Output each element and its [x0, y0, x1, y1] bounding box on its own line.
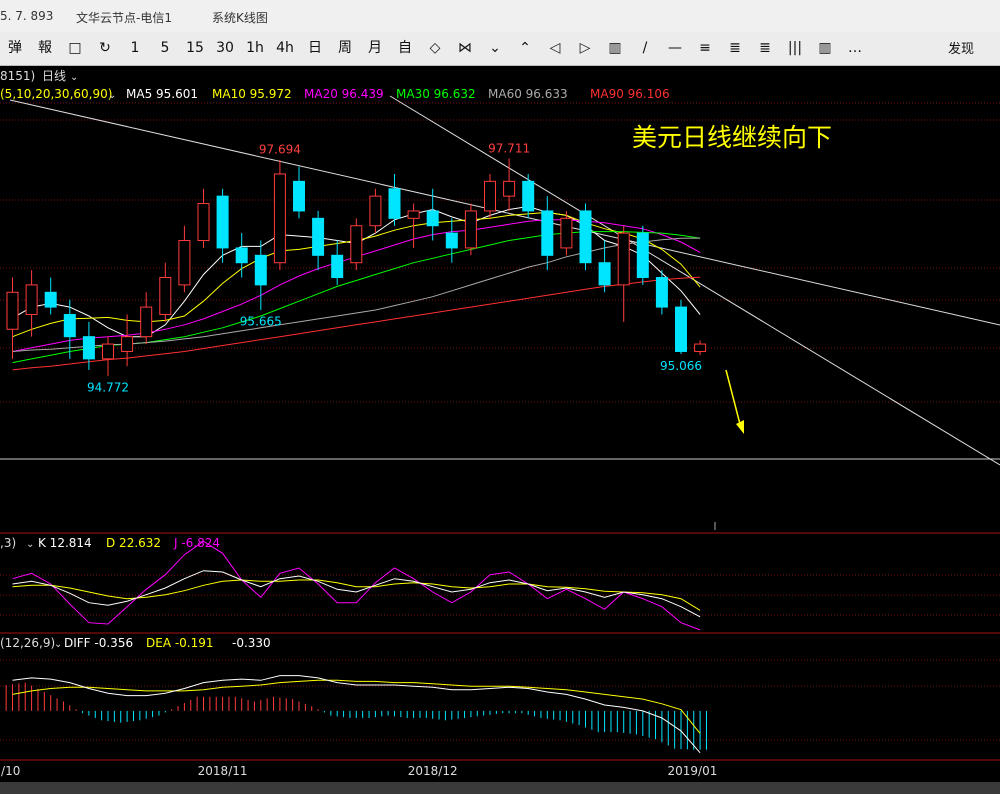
- toolbar-button-10[interactable]: 日: [302, 38, 328, 58]
- title-tab-server[interactable]: 文华云节点-电信1: [76, 9, 172, 26]
- chart-toolbar: 弹報 □ ↻ 1 5 15 30 1h 4h 日周月自 ◇ ⋈ ⌄ ⌃ ◁ ▷ ▥ / — ≡ ≣ ≣ ||| ▥… 发现: [0, 32, 1000, 66]
- macd-dropdown-icon[interactable]: ⌄: [54, 639, 62, 650]
- symbol-code: 8151): [0, 69, 35, 83]
- ma-params-dropdown-icon[interactable]: ⌄: [108, 90, 116, 101]
- toolbar-button-19[interactable]: ▷: [572, 38, 598, 58]
- kdj-params[interactable]: ,3): [0, 536, 16, 550]
- ma-legend-ma30: MA30 96.632: [396, 87, 476, 101]
- macd-legend-macd: -0.330: [232, 636, 271, 650]
- toolbar-button-21[interactable]: /: [632, 38, 658, 58]
- x-label-1: 2018/11: [198, 764, 248, 778]
- kdj-legend-j: J -6.824: [173, 536, 220, 550]
- toolbar-button-26[interactable]: |||: [782, 38, 808, 58]
- kdj-dropdown-icon[interactable]: ⌄: [26, 539, 34, 550]
- x-label-0: /10: [1, 764, 20, 778]
- toolbar-button-8[interactable]: 1h: [242, 38, 268, 58]
- period-selector[interactable]: 日线: [42, 69, 66, 83]
- title-tab-version[interactable]: 5. 7. 893: [0, 9, 53, 23]
- discover-button[interactable]: 发现: [948, 38, 974, 57]
- kdj-legend-k: K 12.814: [38, 536, 92, 550]
- candle-33: [636, 225, 649, 285]
- candle-14: [273, 159, 286, 271]
- toolbar-button-16[interactable]: ⌄: [482, 38, 508, 58]
- toolbar-button-27[interactable]: ▥: [812, 38, 838, 58]
- toolbar-button-0[interactable]: 弹: [2, 38, 28, 58]
- toolbar-button-22[interactable]: —: [662, 38, 688, 58]
- period-dropdown-icon[interactable]: ⌄: [70, 72, 78, 83]
- toolbar-button-11[interactable]: 周: [332, 38, 358, 58]
- toolbar-button-17[interactable]: ⌃: [512, 38, 538, 58]
- macd-params[interactable]: (12,26,9): [0, 636, 55, 650]
- kline-chart[interactable]: 97.694 97.711 95.665 94.772 95.066 ,3) ⌄ K 12.…: [0, 66, 1000, 782]
- price-label-0: 97.694: [259, 143, 301, 157]
- ma-legend-ma90: MA90 96.106: [590, 87, 670, 101]
- ma-legend-ma20: MA20 96.439: [304, 87, 384, 101]
- toolbar-button-23[interactable]: ≡: [692, 38, 718, 58]
- price-label-1: 97.711: [488, 141, 530, 155]
- kdj-legend-d: D 22.632: [106, 536, 161, 550]
- price-label-2: 95.665: [240, 315, 282, 329]
- toolbar-button-7[interactable]: 30: [212, 38, 238, 58]
- ma-legend-ma60: MA60 96.633: [488, 87, 568, 101]
- toolbar-button-24[interactable]: ≣: [722, 38, 748, 58]
- ma-params[interactable]: (5,10,20,30,60,90): [0, 87, 112, 101]
- toolbar-button-15[interactable]: ⋈: [452, 38, 478, 58]
- status-bar: [0, 782, 1000, 794]
- toolbar-button-3[interactable]: ↻: [92, 38, 118, 58]
- candle-30: [579, 203, 592, 271]
- x-label-3: 2019/01: [668, 764, 718, 778]
- price-label-3: 94.772: [87, 381, 129, 395]
- title-tab-kline[interactable]: 系统K线图: [212, 9, 268, 26]
- toolbar-button-2[interactable]: □: [62, 38, 88, 58]
- toolbar-button-9[interactable]: 4h: [272, 38, 298, 58]
- toolbar-button-20[interactable]: ▥: [602, 38, 628, 58]
- toolbar-button-4[interactable]: 1: [122, 38, 148, 58]
- toolbar-button-1[interactable]: 報: [32, 38, 58, 58]
- candle-35: [675, 299, 687, 354]
- candle-18: [350, 218, 363, 271]
- macd-legend-diff: DIFF -0.356: [64, 636, 133, 650]
- x-label-2: 2018/12: [408, 764, 458, 778]
- toolbar-button-13[interactable]: 自: [392, 38, 418, 58]
- window-titlebar: 5. 7. 893 文华云节点-电信1 系统K线图: [0, 0, 1000, 32]
- toolbar-button-12[interactable]: 月: [362, 38, 388, 58]
- candle-24: [464, 203, 477, 256]
- ma-legend-ma5: MA5 95.601: [126, 87, 198, 101]
- toolbar-button-14[interactable]: ◇: [422, 38, 448, 58]
- toolbar-button-18[interactable]: ◁: [542, 38, 568, 58]
- toolbar-button-28[interactable]: …: [842, 38, 868, 58]
- chart-title: 美元日线继续向下: [632, 123, 832, 152]
- ma-legend-ma10: MA10 95.972: [212, 87, 292, 101]
- macd-legend-dea: DEA -0.191: [146, 636, 214, 650]
- toolbar-button-25[interactable]: ≣: [752, 38, 778, 58]
- toolbar-button-6[interactable]: 15: [182, 38, 208, 58]
- price-label-4: 95.066: [660, 359, 702, 373]
- toolbar-button-5[interactable]: 5: [152, 38, 178, 58]
